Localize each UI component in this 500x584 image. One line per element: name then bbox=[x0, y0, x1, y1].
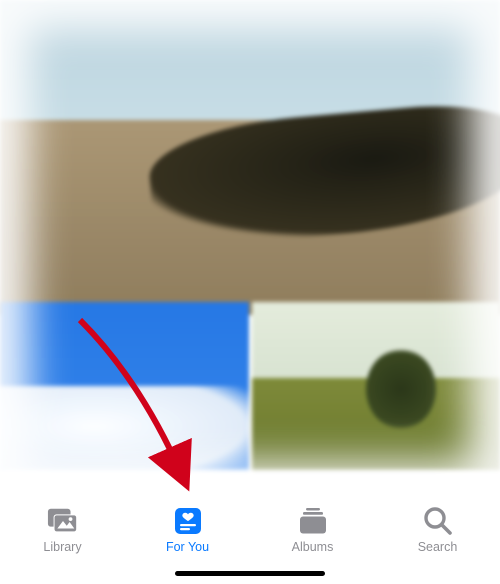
thumbnail-1[interactable] bbox=[0, 302, 249, 470]
thumbnail-row bbox=[0, 302, 500, 470]
tab-albums[interactable]: Albums bbox=[273, 506, 353, 554]
tab-label: Albums bbox=[292, 540, 334, 554]
albums-icon bbox=[297, 506, 329, 536]
library-icon bbox=[47, 506, 79, 536]
home-indicator[interactable] bbox=[175, 571, 325, 576]
tab-search[interactable]: Search bbox=[398, 506, 478, 554]
tab-label: Search bbox=[418, 540, 458, 554]
featured-photo[interactable] bbox=[0, 0, 500, 300]
photos-app-screen: Library For You Albums bbox=[0, 0, 500, 584]
for-you-icon bbox=[172, 506, 204, 536]
thumbnail-2[interactable] bbox=[252, 302, 500, 470]
tab-label: Library bbox=[43, 540, 81, 554]
bottom-tab-bar: Library For You Albums bbox=[0, 492, 500, 584]
tab-for-you[interactable]: For You bbox=[148, 506, 228, 554]
search-icon bbox=[422, 506, 454, 536]
photo-content-area bbox=[0, 0, 500, 492]
tab-library[interactable]: Library bbox=[23, 506, 103, 554]
tab-label: For You bbox=[166, 540, 209, 554]
